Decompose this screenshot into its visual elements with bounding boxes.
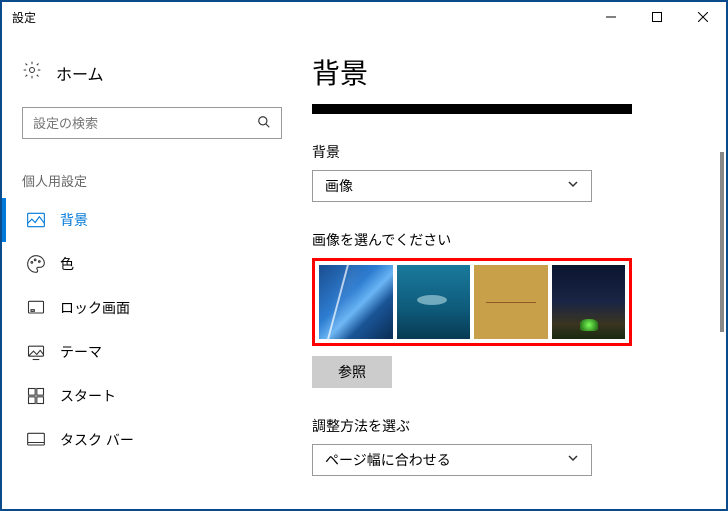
main-panel: 背景 背景 画像 画像を選んでください 参照 調整方法を選ぶ ページ幅に合わせる	[302, 32, 726, 509]
section-header: 個人用設定	[2, 153, 302, 198]
image-thumb-1[interactable]	[319, 265, 393, 339]
fit-label: 調整方法を選ぶ	[312, 416, 686, 436]
title-underline	[312, 104, 632, 114]
dropdown-value: 画像	[325, 176, 353, 196]
window-controls	[588, 2, 726, 32]
titlebar: 設定	[2, 2, 726, 32]
sidebar-item-label: スタート	[60, 386, 116, 406]
sidebar-item-label: テーマ	[60, 342, 102, 362]
sidebar: ホーム 個人用設定 背景 色	[2, 32, 302, 509]
themes-icon	[26, 342, 46, 362]
picture-icon	[26, 210, 46, 230]
sidebar-item-label: ロック画面	[60, 298, 130, 318]
sidebar-item-colors[interactable]: 色	[2, 242, 302, 286]
choose-image-label: 画像を選んでください	[312, 230, 686, 250]
home-label: ホーム	[56, 61, 104, 85]
lockscreen-icon	[26, 298, 46, 318]
window-title: 設定	[12, 9, 36, 26]
dropdown-value: ページ幅に合わせる	[325, 450, 451, 470]
page-title: 背景	[312, 52, 686, 92]
chevron-down-icon	[567, 451, 579, 469]
sidebar-item-lockscreen[interactable]: ロック画面	[2, 286, 302, 330]
image-thumbnails-highlight	[312, 258, 632, 346]
palette-icon	[26, 254, 46, 274]
sidebar-item-label: タスク バー	[60, 430, 134, 450]
sidebar-item-background[interactable]: 背景	[2, 198, 302, 242]
scrollbar[interactable]	[720, 152, 724, 332]
maximize-button[interactable]	[634, 2, 680, 32]
fit-dropdown[interactable]: ページ幅に合わせる	[312, 444, 592, 476]
content-area: ホーム 個人用設定 背景 色	[2, 32, 726, 509]
minimize-button[interactable]	[588, 2, 634, 32]
taskbar-icon	[26, 430, 46, 450]
background-dropdown[interactable]: 画像	[312, 170, 592, 202]
sidebar-item-start[interactable]: スタート	[2, 374, 302, 418]
background-label: 背景	[312, 142, 686, 162]
sidebar-item-taskbar[interactable]: タスク バー	[2, 418, 302, 462]
search-icon	[257, 115, 271, 132]
start-icon	[26, 386, 46, 406]
search-box[interactable]	[22, 107, 282, 139]
image-thumb-3[interactable]	[474, 265, 548, 339]
home-button[interactable]: ホーム	[2, 52, 302, 93]
sidebar-item-label: 背景	[60, 210, 88, 230]
close-button[interactable]	[680, 2, 726, 32]
gear-icon	[22, 60, 42, 85]
chevron-down-icon	[567, 177, 579, 195]
search-input[interactable]	[33, 116, 257, 131]
image-thumb-4[interactable]	[552, 265, 626, 339]
image-thumb-2[interactable]	[397, 265, 471, 339]
browse-button[interactable]: 参照	[312, 356, 392, 388]
settings-window: 設定 ホーム	[0, 0, 728, 511]
sidebar-item-themes[interactable]: テーマ	[2, 330, 302, 374]
sidebar-item-label: 色	[60, 254, 74, 274]
